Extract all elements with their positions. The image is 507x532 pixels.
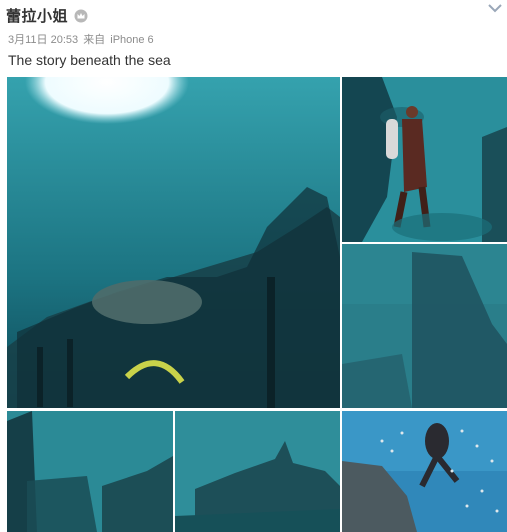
crown-icon [74, 8, 88, 23]
photo-diver-fish[interactable] [342, 411, 507, 532]
chevron-down-icon[interactable] [487, 0, 503, 14]
weibo-post: 蕾拉小姐 3月11日 20:53 来自 iPhone 6 The story b… [0, 0, 507, 532]
photo-wreck-middle[interactable] [175, 411, 340, 532]
source-prefix: 来自 [83, 34, 106, 46]
photo-wreck-left[interactable] [7, 411, 173, 532]
post-date[interactable]: 3月11日 20:53 [8, 34, 78, 46]
user-name[interactable]: 蕾拉小姐 [6, 5, 68, 26]
photo-wreck-hull[interactable] [342, 244, 507, 408]
post-text: The story beneath the sea [8, 52, 171, 68]
post-meta: 3月11日 20:53 来自 iPhone 6 [8, 31, 156, 47]
photo-shipwreck[interactable] [7, 77, 340, 408]
post-header: 蕾拉小姐 [6, 4, 88, 26]
source-device[interactable]: iPhone 6 [110, 34, 153, 46]
photo-diver[interactable] [342, 77, 507, 242]
